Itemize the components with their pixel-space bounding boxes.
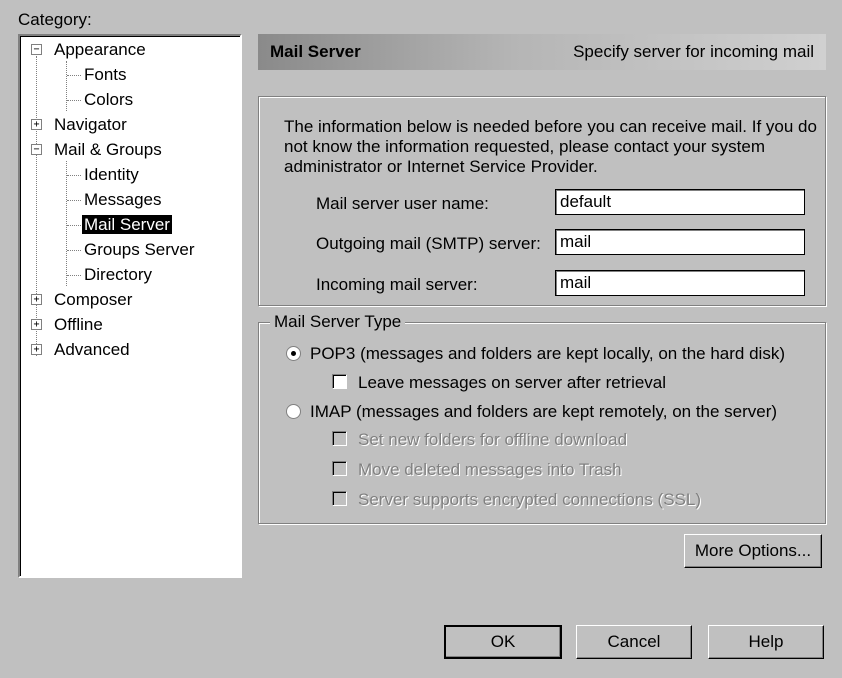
tree-connector xyxy=(66,161,67,286)
move-to-trash-label: Move deleted messages into Trash xyxy=(358,460,622,479)
smtp-server-label: Outgoing mail (SMTP) server: xyxy=(316,234,541,253)
expand-icon[interactable]: + xyxy=(31,119,42,130)
user-name-label: Mail server user name: xyxy=(316,194,489,213)
tree-item-directory[interactable]: Directory xyxy=(84,263,152,287)
imap-radio[interactable] xyxy=(286,404,301,419)
info-text-line-1: The information below is needed before y… xyxy=(284,117,817,136)
collapse-icon[interactable]: − xyxy=(31,44,42,55)
leave-on-server-checkbox[interactable] xyxy=(332,374,347,389)
tree-connector xyxy=(67,200,81,201)
tree-connector xyxy=(67,275,81,276)
offline-download-checkbox xyxy=(332,431,347,446)
expand-icon[interactable]: + xyxy=(31,344,42,355)
smtp-server-input[interactable] xyxy=(555,229,805,255)
tree-item-advanced[interactable]: Advanced xyxy=(54,338,130,362)
tree-connector xyxy=(66,61,67,111)
collapse-icon[interactable]: − xyxy=(31,144,42,155)
pop3-radio[interactable] xyxy=(286,346,301,361)
move-to-trash-checkbox xyxy=(332,461,347,476)
mail-server-type-legend: Mail Server Type xyxy=(270,312,406,332)
tree-item-messages[interactable]: Messages xyxy=(84,188,161,212)
tree-item-groups-server[interactable]: Groups Server xyxy=(84,238,195,262)
ssl-checkbox xyxy=(332,491,347,506)
ssl-label: Server supports encrypted connections (S… xyxy=(358,490,702,509)
info-text-line-3: administrator or Internet Service Provid… xyxy=(284,157,598,176)
tree-item-identity[interactable]: Identity xyxy=(84,163,139,187)
offline-download-label: Set new folders for offline download xyxy=(358,430,628,449)
more-options-button[interactable]: More Options... xyxy=(684,534,822,568)
tree-item-appearance[interactable]: Appearance xyxy=(54,38,146,62)
imap-label[interactable]: IMAP (messages and folders are kept remo… xyxy=(310,402,777,422)
tree-item-composer[interactable]: Composer xyxy=(54,288,132,312)
tree-item-navigator[interactable]: Navigator xyxy=(54,113,127,137)
leave-on-server-label[interactable]: Leave messages on server after retrieval xyxy=(358,373,666,393)
tree-connector xyxy=(67,100,81,101)
user-name-input[interactable] xyxy=(555,189,805,215)
help-button[interactable]: Help xyxy=(708,625,824,659)
incoming-server-input[interactable] xyxy=(555,270,805,296)
category-tree[interactable]: − Appearance Fonts Colors + Navigator − … xyxy=(18,34,242,578)
expand-icon[interactable]: + xyxy=(31,319,42,330)
tree-connector xyxy=(67,225,81,226)
category-label: Category: xyxy=(18,10,92,29)
tree-connector xyxy=(67,75,81,76)
page-subtitle: Specify server for incoming mail xyxy=(573,42,814,61)
tree-connector xyxy=(67,250,81,251)
tree-item-mail-server-label: Mail Server xyxy=(82,215,172,234)
tree-item-mail-server[interactable]: Mail Server xyxy=(82,213,172,237)
cancel-button[interactable]: Cancel xyxy=(576,625,692,659)
incoming-server-label: Incoming mail server: xyxy=(316,275,478,294)
page-title: Mail Server xyxy=(270,42,361,61)
tree-item-fonts[interactable]: Fonts xyxy=(84,63,127,87)
page-header: Mail Server Specify server for incoming … xyxy=(258,34,826,70)
pop3-label[interactable]: POP3 (messages and folders are kept loca… xyxy=(310,344,785,364)
ok-button[interactable]: OK xyxy=(444,625,562,659)
expand-icon[interactable]: + xyxy=(31,294,42,305)
tree-item-mail-groups[interactable]: Mail & Groups xyxy=(54,138,162,162)
info-text-line-2: not know the information requested, plea… xyxy=(284,137,765,156)
tree-item-colors[interactable]: Colors xyxy=(84,88,133,112)
tree-item-offline[interactable]: Offline xyxy=(54,313,103,337)
tree-connector xyxy=(67,175,81,176)
tree-connector xyxy=(36,56,37,356)
